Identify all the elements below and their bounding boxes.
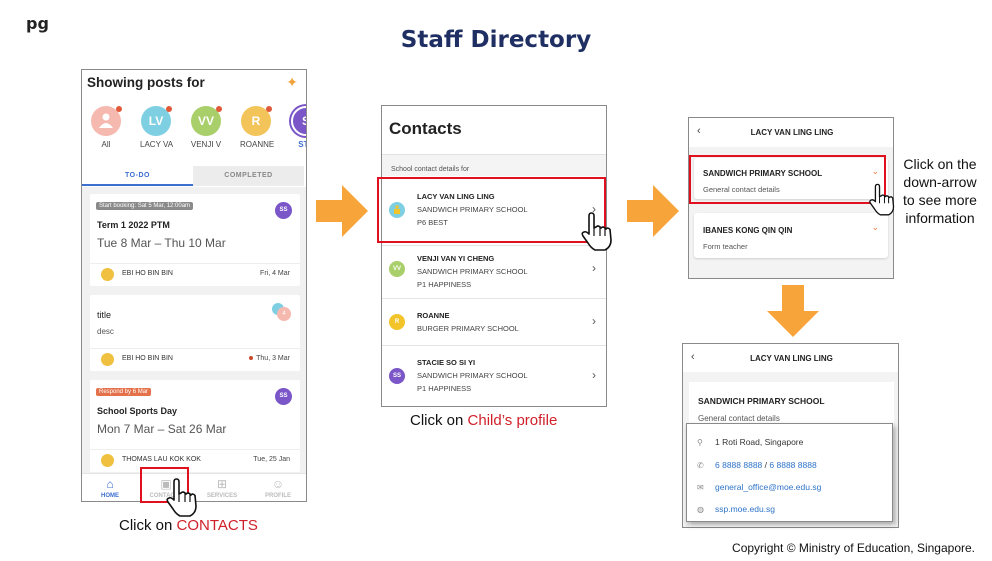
post-card[interactable]: 4 title desc EBI HO BIN BIN Thu, 3 Mar (90, 295, 300, 371)
chevron-down-icon[interactable]: ⌄ (871, 222, 879, 233)
avatar-roanne[interactable]: R ROANNE (240, 106, 274, 149)
down-arrow-instruction: Click on the down-arrow to see more info… (903, 156, 977, 226)
post-date: Tue, 25 Jan (253, 456, 290, 463)
card-title: IBANES KONG QIN QIN (703, 226, 793, 235)
sparkle-icon[interactable]: ✦ (286, 74, 298, 91)
contact-name: ROANNE (417, 311, 450, 320)
contact-row[interactable]: VV VENJI VAN YI CHENG SANDWICH PRIMARY S… (382, 246, 606, 299)
author-name: THOMAS LAU KOK KOK (122, 456, 201, 463)
nav-profile[interactable]: ☺ PROFILE (250, 477, 306, 499)
group-icon (91, 106, 122, 136)
step2-caption: Click on Child’s profile (410, 412, 558, 429)
nav-home[interactable]: ⌂ HOME (82, 477, 138, 499)
avatar-lacy[interactable]: LV LACY VA (140, 106, 173, 149)
step1-caption: Click on CONTACTS (119, 517, 258, 534)
post-feed: Start booking: Sat 5 Mar, 12:00am SS Ter… (82, 187, 306, 473)
chevron-right-icon: › (592, 261, 596, 275)
pointer-hand-icon (166, 478, 197, 517)
pointer-hand-icon (581, 212, 612, 251)
email-row[interactable]: ✉ general_office@moe.edu.sg (697, 482, 821, 492)
contact-row[interactable]: R ROANNE BURGER PRIMARY SCHOOL › (382, 299, 606, 346)
pointer-hand-icon (869, 183, 895, 216)
website-row[interactable]: ◍ ssp.moe.edu.sg (697, 504, 775, 514)
child-profile-highlight-box (377, 177, 606, 243)
author-name: EBI HO BIN BIN (122, 355, 173, 362)
post-title: Term 1 2022 PTM (97, 220, 170, 230)
copyright-notice: Copyright © Ministry of Education, Singa… (732, 541, 975, 555)
booking-chip: Start booking: Sat 5 Mar, 12:00am (96, 202, 194, 210)
contact-row[interactable]: SS STACIE SO SI YI SANDWICH PRIMARY SCHO… (382, 346, 606, 406)
contact-school: SANDWICH PRIMARY SCHOOL (417, 371, 528, 380)
contact-school: BURGER PRIMARY SCHOOL (417, 324, 519, 333)
post-footer: EBI HO BIN BIN Thu, 3 Mar (90, 348, 300, 368)
author-avatar (101, 353, 114, 366)
home-icon: ⌂ (106, 477, 114, 491)
card-desc: General contact details (698, 414, 780, 423)
contact-name: STACIE SO SI YI (417, 358, 476, 367)
location-pin-icon: ⚲ (697, 438, 703, 447)
post-dates: Tue 8 Mar – Thu 10 Mar (97, 236, 226, 250)
mail-icon: ✉ (697, 483, 704, 492)
post-footer: EBI HO BIN BIN Fri, 4 Mar (90, 263, 300, 283)
child-badge: SS (275, 388, 292, 405)
slide-title: Staff Directory (400, 27, 592, 53)
nav-services[interactable]: ⊞ SERVICES (194, 477, 250, 499)
contact-avatar: SS (389, 368, 405, 384)
contact-avatar: VV (389, 261, 405, 277)
avatar-venji[interactable]: VV VENJI V (190, 106, 222, 149)
contact-class: P1 HAPPINESS (417, 384, 472, 393)
tab-completed[interactable]: COMPLETED (193, 166, 304, 186)
child-name: LACY VAN LING LING (750, 128, 834, 137)
right-arrow-icon (316, 185, 368, 237)
contact-details-expanded: ⚲ 1 Roti Road, Singapore ✆ 6 8888 8888 / 6… (686, 423, 893, 522)
posts-header: Showing posts for (87, 75, 205, 90)
post-date: Fri, 4 Mar (260, 270, 290, 277)
child-badge: SS (275, 202, 292, 219)
post-tabs: TO-DO COMPLETED (82, 166, 306, 186)
author-name: EBI HO BIN BIN (122, 270, 173, 277)
chevron-right-icon: › (592, 314, 596, 328)
post-dates: Mon 7 Mar – Sat 26 Mar (97, 422, 227, 436)
post-desc: desc (97, 327, 114, 336)
post-card[interactable]: Start booking: Sat 5 Mar, 12:00am SS Ter… (90, 194, 300, 286)
tab-todo[interactable]: TO-DO (82, 166, 193, 186)
respond-chip: Respond by 6 Mar (96, 388, 152, 396)
avatar-all[interactable]: All (90, 106, 122, 149)
profile-icon: ☺ (271, 477, 285, 491)
down-arrow-icon (767, 285, 819, 337)
child-badge: 4 (272, 303, 292, 321)
contact-avatar: R (389, 314, 405, 330)
contact-school: SANDWICH PRIMARY SCHOOL (417, 267, 528, 276)
author-avatar (101, 454, 114, 467)
contact-name: VENJI VAN YI CHENG (417, 254, 495, 263)
child-avatar-row: All LV LACY VA VV VENJI V R ROANNE S STA (90, 106, 306, 154)
chevron-right-icon: › (592, 368, 596, 382)
post-footer: THOMAS LAU KOK KOK Tue, 25 Jan (90, 449, 300, 469)
contacts-subtitle: School contact details for (382, 154, 606, 176)
card-title: SANDWICH PRIMARY SCHOOL (698, 396, 825, 406)
child-name: LACY VAN LING LING (750, 354, 833, 363)
post-title: title (97, 310, 112, 320)
contacts-title: Contacts (389, 119, 462, 138)
phone-row[interactable]: ✆ 6 8888 8888 / 6 8888 8888 (697, 460, 817, 470)
post-title: School Sports Day (97, 406, 178, 416)
address-row: ⚲ 1 Roti Road, Singapore (697, 437, 804, 447)
avatar-stacie[interactable]: S STA (290, 106, 306, 149)
contact-class: P1 HAPPINESS (417, 280, 472, 289)
top-bar: ‹ LACY VAN LING LING (683, 344, 898, 372)
author-avatar (101, 268, 114, 281)
globe-icon: ◍ (697, 505, 704, 514)
grid-icon: ⊞ (216, 477, 228, 491)
top-bar: ‹ LACY VAN LING LING (689, 118, 893, 147)
post-card[interactable]: Respond by 6 Mar SS School Sports Day Mo… (90, 380, 300, 472)
post-date: Thu, 3 Mar (249, 355, 290, 362)
contacts-screen: Contacts School contact details for LACY… (381, 105, 607, 407)
home-screen: Showing posts for ✦ All LV LACY VA VV VE… (81, 69, 307, 502)
card-desc: Form teacher (703, 242, 748, 251)
school-card-highlight-box (689, 155, 886, 204)
teacher-contact-card[interactable]: IBANES KONG QIN QIN Form teacher ⌄ (694, 213, 888, 258)
right-arrow-icon (627, 185, 679, 237)
phone-icon: ✆ (697, 461, 704, 470)
